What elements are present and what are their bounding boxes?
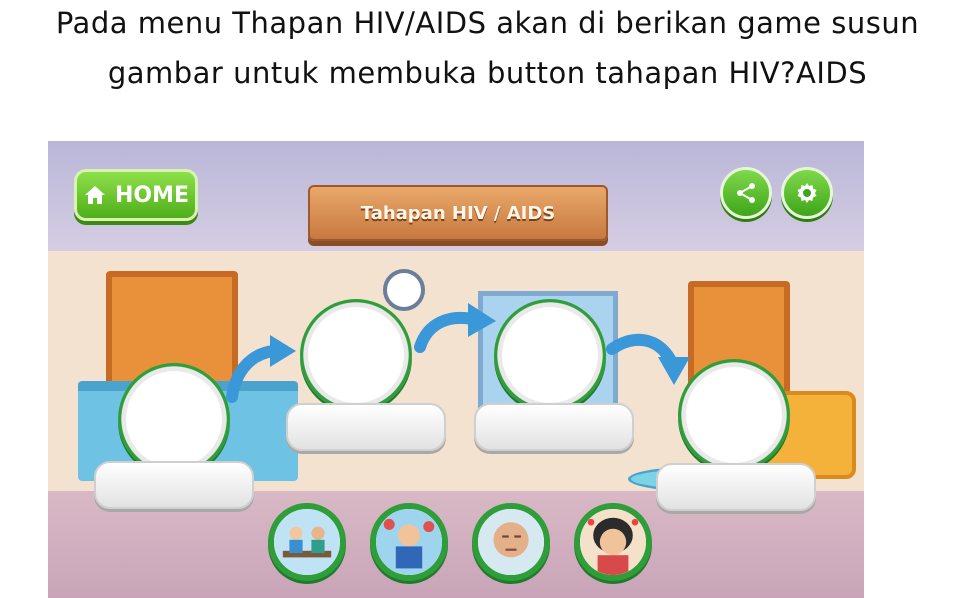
home-label: HOME: [114, 182, 190, 208]
stage-2-label[interactable]: [286, 403, 446, 451]
stage-4-button[interactable]: [678, 359, 790, 471]
stage-3-label[interactable]: [474, 403, 634, 451]
stage-4-label[interactable]: [656, 463, 816, 511]
game-screen: HOME Tahapan HIV / AIDS: [48, 141, 864, 598]
stage-3-button[interactable]: [494, 299, 606, 411]
share-button[interactable]: [720, 167, 772, 219]
puzzle-piece-3[interactable]: [472, 503, 550, 581]
caption-line-1: Pada menu Thapan HIV/AIDS akan di berika…: [55, 6, 920, 40]
arrow-2-icon: [414, 303, 496, 353]
share-icon: [737, 183, 755, 203]
puzzle-piece-2[interactable]: [370, 503, 448, 581]
arrow-1-icon: [226, 335, 296, 403]
page-title: Tahapan HIV / AIDS: [360, 202, 556, 224]
home-button[interactable]: HOME: [74, 169, 198, 221]
puzzle-piece-1[interactable]: [268, 503, 346, 581]
doctor-consultation-icon: [274, 509, 340, 575]
tired-man-icon: [478, 509, 544, 575]
sick-person-icon: [376, 509, 442, 575]
caption-line-2: gambar untuk membuka button tahapan HIV?…: [107, 56, 868, 90]
stage-1-label[interactable]: [94, 461, 254, 509]
stage-1-button[interactable]: [118, 363, 230, 475]
gear-icon: [797, 183, 817, 203]
settings-button[interactable]: [781, 167, 833, 219]
ill-woman-icon: [580, 509, 646, 575]
puzzle-piece-4[interactable]: [574, 503, 652, 581]
house-icon: [84, 186, 105, 204]
stage-2-button[interactable]: [300, 299, 412, 411]
title-board: Tahapan HIV / AIDS: [308, 185, 608, 241]
arrow-3-icon: [606, 334, 690, 385]
